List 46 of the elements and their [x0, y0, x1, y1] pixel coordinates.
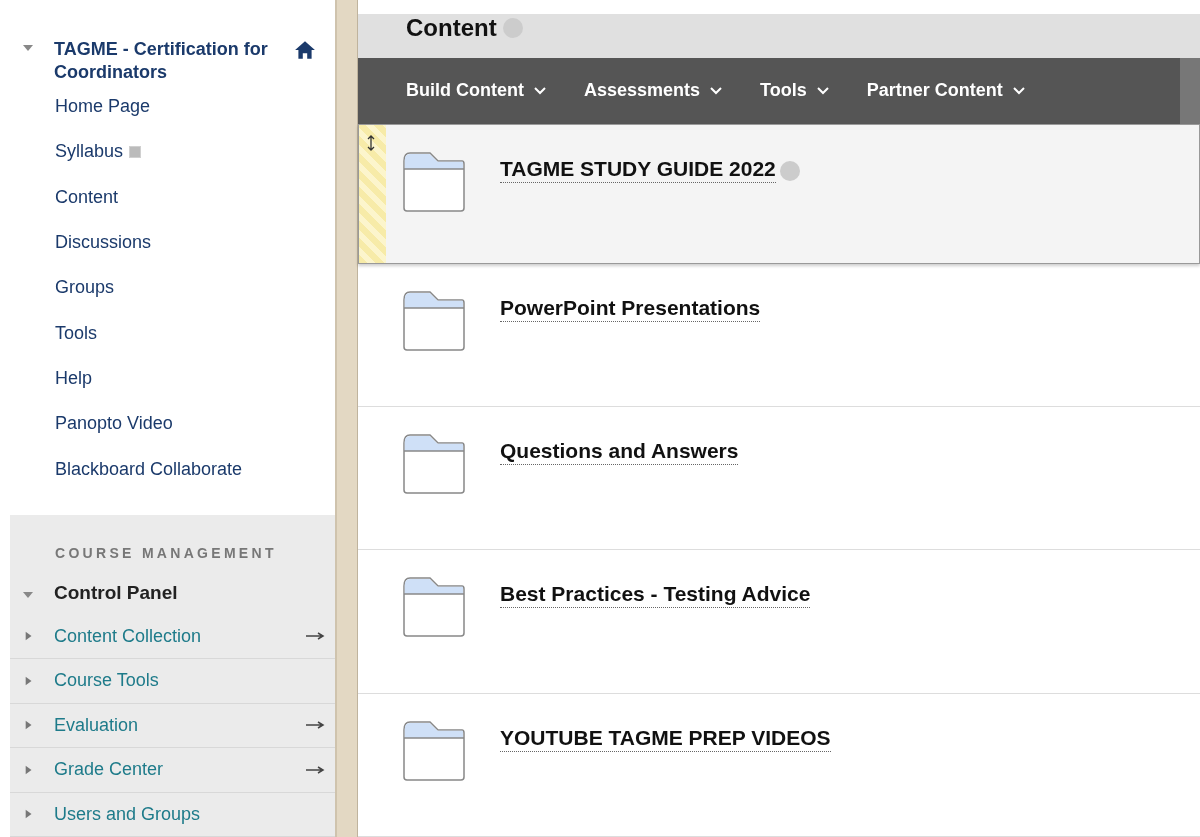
item-title-link[interactable]: Questions and Answers: [500, 439, 739, 466]
course-menu-link[interactable]: Help: [55, 367, 93, 389]
section-heading: COURSE MANAGEMENT: [54, 544, 278, 561]
caret-icon[interactable]: [24, 808, 34, 821]
course-menu-link[interactable]: Home Page: [55, 96, 151, 118]
folder-icon: [402, 576, 466, 639]
folder-icon: [402, 719, 466, 782]
toolbar-edge: [1180, 57, 1200, 124]
toolbar-menu-button[interactable]: Build Content: [406, 80, 546, 102]
control-panel-link[interactable]: Grade Center: [54, 759, 305, 781]
page-title: Content: [406, 13, 497, 42]
caret-icon[interactable]: [24, 763, 34, 776]
folder-icon: [402, 289, 466, 352]
content-item[interactable]: Best Practices - Testing Advice: [358, 550, 1200, 694]
item-title-link[interactable]: PowerPoint Presentations: [500, 295, 761, 322]
course-menu-link[interactable]: Blackboard Collaborate: [55, 458, 243, 480]
content-item[interactable]: PowerPoint Presentations: [358, 263, 1200, 408]
resize-icon[interactable]: [367, 134, 375, 151]
control-panel-link[interactable]: Course Tools: [54, 670, 335, 692]
panel-heading: Control Panel: [54, 581, 178, 604]
course-menu-link[interactable]: Syllabus: [55, 141, 124, 163]
caret-icon[interactable]: [24, 719, 34, 732]
caret-icon[interactable]: [24, 674, 34, 687]
toolbar-menu-button[interactable]: Partner Content: [866, 80, 1025, 102]
item-title-link[interactable]: TAGME STUDY GUIDE 2022: [500, 156, 776, 183]
toolbar-menu-button[interactable]: Tools: [760, 80, 829, 102]
course-menu-link[interactable]: Groups: [55, 277, 115, 299]
control-panel-link[interactable]: Users and Groups: [54, 803, 335, 825]
item-title-link[interactable]: YOUTUBE TAGME PREP VIDEOS: [500, 725, 831, 752]
course-menu-link[interactable]: Content: [55, 186, 119, 208]
item-title-link[interactable]: Best Practices - Testing Advice: [500, 582, 811, 609]
control-panel-link[interactable]: Content Collection: [54, 625, 305, 647]
course-menu-link[interactable]: Panopto Video: [55, 413, 173, 435]
course-menu-link[interactable]: Discussions: [55, 232, 152, 254]
folder-icon: [402, 150, 466, 213]
folder-icon: [402, 433, 466, 496]
caret-icon[interactable]: [24, 630, 34, 643]
home-icon[interactable]: [294, 40, 316, 60]
content-item[interactable]: TAGME STUDY GUIDE 2022: [358, 123, 1200, 264]
course-title-link[interactable]: TAGME - Certification for Coordinators: [54, 38, 294, 84]
toolbar-menu-button[interactable]: Assessments: [584, 80, 723, 102]
control-panel-link[interactable]: Evaluation: [54, 714, 305, 736]
course-menu-link[interactable]: Tools: [55, 322, 98, 344]
drag-handle[interactable]: [359, 124, 386, 263]
content-item[interactable]: Questions and Answers: [358, 407, 1200, 551]
content-item[interactable]: YOUTUBE TAGME PREP VIDEOS: [358, 693, 1200, 837]
